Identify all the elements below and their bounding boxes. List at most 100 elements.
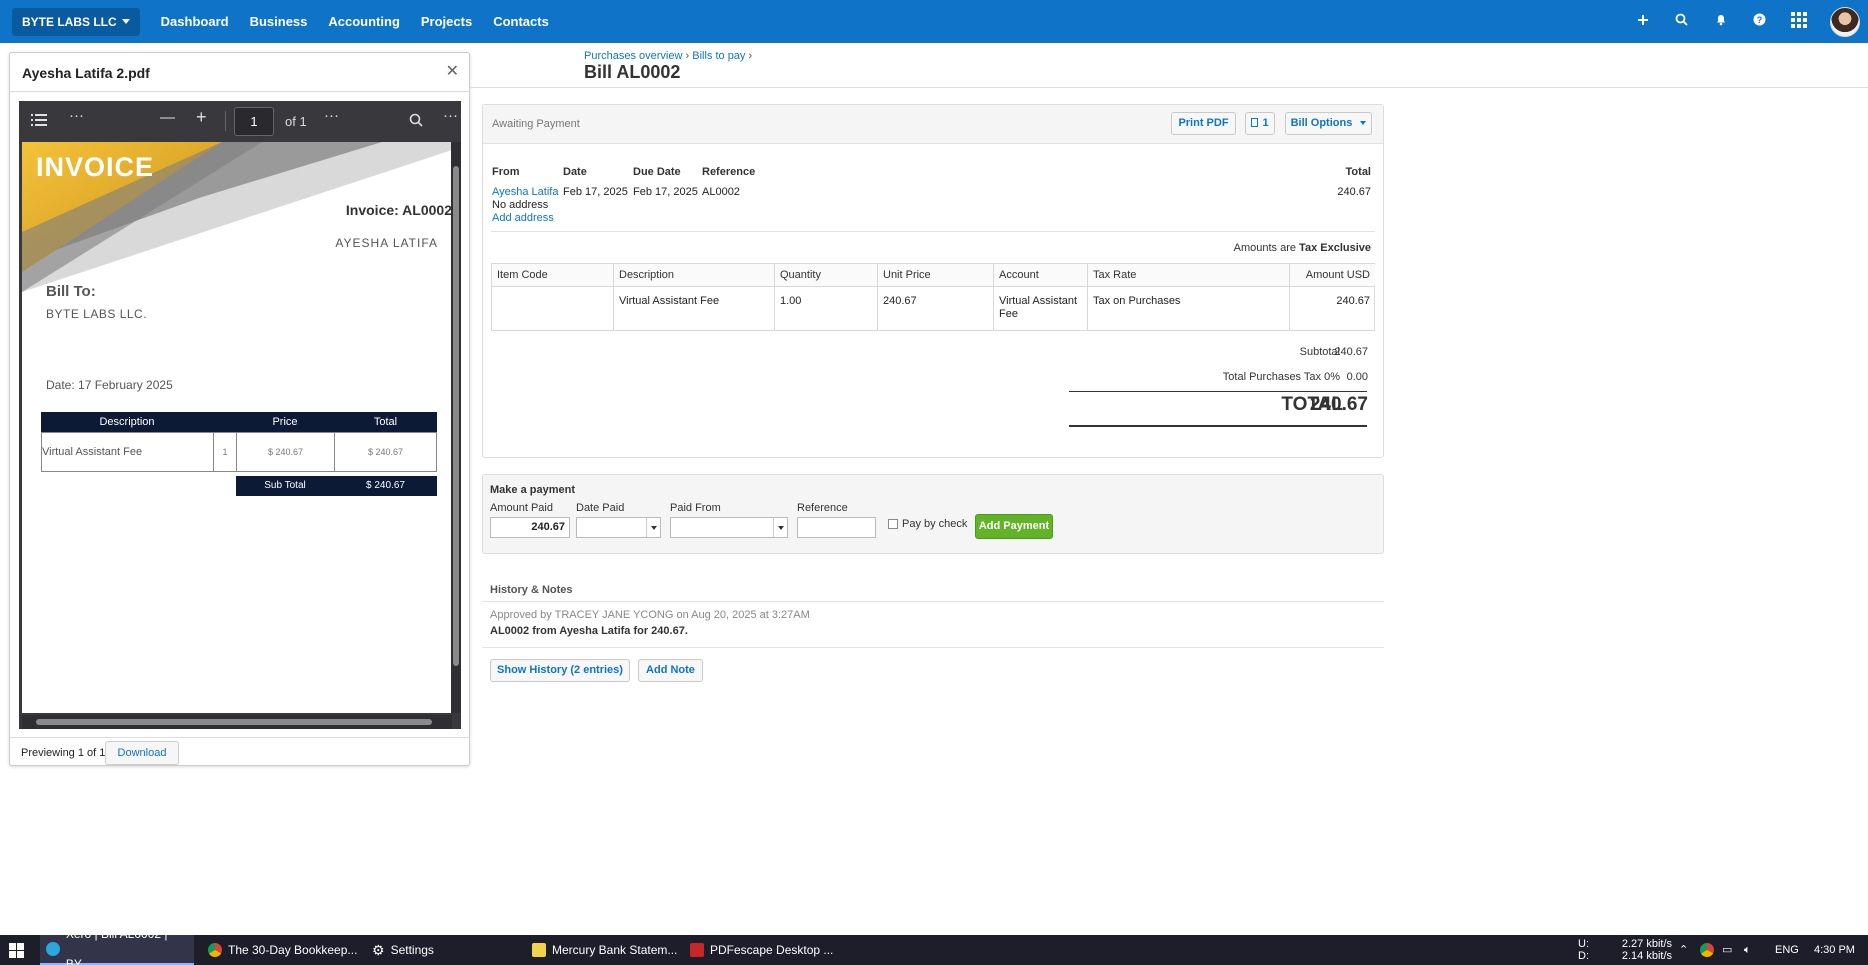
scrollbar-thumb[interactable] — [36, 719, 432, 725]
bill-details-card: Awaiting Payment Print PDF 1 Bill Option… — [482, 104, 1384, 458]
download-speed: 2.14 kbit/s — [1621, 950, 1672, 962]
breadcrumb-bills-to-pay[interactable]: Bills to pay — [692, 50, 745, 62]
taskbar-item-xero[interactable]: Xero | Bill AL0002 | BY... — [40, 927, 194, 965]
user-avatar[interactable] — [1830, 6, 1860, 37]
bill-reference: AL0002 — [702, 186, 740, 198]
download-button[interactable]: Download — [105, 741, 179, 765]
network-icon[interactable]: ▭ — [1722, 935, 1732, 965]
attachments-count: 1 — [1262, 117, 1269, 129]
nav-accounting[interactable]: Accounting — [328, 14, 400, 29]
bill-date: Feb 17, 2025 — [563, 186, 628, 198]
scrollbar-thumb[interactable] — [453, 166, 459, 666]
chevron-down-icon[interactable] — [646, 518, 660, 537]
taskbar-item-label: Xero | Bill AL0002 | BY... — [65, 927, 168, 965]
paid-from-select[interactable] — [670, 517, 788, 538]
add-note-button[interactable]: Add Note — [638, 659, 703, 682]
search-icon[interactable] — [409, 113, 423, 131]
taskbar-item-settings[interactable]: ⚙ Settings — [368, 935, 508, 965]
nav-contacts[interactable]: Contacts — [493, 14, 549, 29]
taskbar-item-bookkeeping[interactable]: The 30-Day Bookkeep... — [204, 935, 364, 965]
history-note-entry: AL0002 from Ayesha Latifa for 240.67. — [490, 625, 688, 637]
add-payment-button[interactable]: Add Payment — [975, 514, 1053, 539]
show-history-button[interactable]: Show History (2 entries) — [490, 659, 630, 682]
contact-link[interactable]: Ayesha Latifa — [492, 186, 558, 198]
pdf-viewer: ··· — + 1 of 1 ··· ··· INVOICE Invoice: … — [19, 101, 461, 729]
upload-label: U: — [1578, 938, 1589, 950]
invoice-subtotal-label: Sub Total — [236, 476, 334, 496]
col-amount: Amount USD — [1290, 264, 1375, 287]
search-icon[interactable] — [1662, 13, 1701, 30]
nav-projects[interactable]: Projects — [421, 14, 472, 29]
bill-total: 240.67 — [1337, 186, 1371, 198]
date-paid-input[interactable] — [576, 517, 661, 538]
paid-from-label: Paid From — [670, 502, 721, 514]
invoice-head-total: Total — [334, 412, 437, 432]
bill-options-button[interactable]: Bill Options — [1285, 112, 1372, 135]
page-number-input[interactable]: 1 — [234, 107, 274, 136]
nav-dashboard[interactable]: Dashboard — [161, 14, 229, 29]
volume-icon[interactable]: 🔈︎ — [1744, 935, 1751, 965]
attachment-filename: Ayesha Latifa 2.pdf — [22, 65, 150, 81]
reference-label: Reference — [702, 166, 756, 178]
zoom-out-icon[interactable]: — — [160, 109, 175, 126]
chevron-down-icon[interactable] — [773, 518, 787, 537]
date-paid-label: Date Paid — [576, 502, 625, 514]
pdf-toolbar: ··· — + 1 of 1 ··· ··· — [19, 101, 461, 141]
grand-total-value: 240.67 — [1309, 394, 1368, 415]
invoice-from-name: AYESHA LATIFA — [335, 236, 438, 250]
zoom-in-icon[interactable]: + — [196, 107, 207, 128]
gear-icon: ⚙ — [372, 942, 385, 958]
top-nav: BYTE LABS LLC Dashboard Business Account… — [0, 0, 1868, 43]
more-tools-icon[interactable]: ··· — [324, 107, 339, 124]
divider — [482, 601, 1384, 602]
line-description: Virtual Assistant Fee — [614, 287, 775, 331]
taskbar-item-mercury[interactable]: Mercury Bank Statem... — [528, 935, 688, 965]
preview-count: Previewing 1 of 1 — [21, 747, 106, 759]
file-icon — [1251, 118, 1259, 127]
divider — [10, 737, 469, 738]
date-label: Date — [563, 166, 587, 178]
org-switcher-button[interactable]: BYTE LABS LLC — [12, 7, 140, 36]
breadcrumb-separator: › — [685, 50, 690, 62]
more-options-icon[interactable]: ··· — [69, 107, 84, 124]
invoice-row-total: $ 240.67 — [334, 432, 437, 472]
language-indicator[interactable]: ENG — [1775, 935, 1799, 965]
print-pdf-button[interactable]: Print PDF — [1171, 112, 1236, 135]
breadcrumb-purchases-overview[interactable]: Purchases overview — [584, 50, 682, 62]
line-item-code — [492, 287, 614, 331]
invoice-head-description: Description — [41, 412, 213, 432]
col-unit-price: Unit Price — [878, 264, 994, 287]
col-account: Account — [994, 264, 1088, 287]
taskbar-item-pdfescape[interactable]: PDFescape Desktop ... — [686, 935, 846, 965]
vertical-scrollbar[interactable] — [451, 142, 461, 713]
windows-start-icon[interactable] — [9, 943, 24, 958]
divider — [10, 91, 469, 92]
help-icon[interactable]: ? — [1740, 13, 1779, 30]
nav-business[interactable]: Business — [250, 14, 308, 29]
bill-to-label: Bill To: — [46, 283, 96, 300]
history-approved-entry: Approved by TRACEY JANE YCONG on Aug 20,… — [490, 609, 810, 621]
add-address-link[interactable]: Add address — [492, 212, 554, 224]
pay-by-check-checkbox[interactable] — [888, 519, 898, 529]
attachments-button[interactable]: 1 — [1245, 112, 1275, 135]
payment-title: Make a payment — [490, 484, 575, 496]
page-title: Bill AL0002 — [584, 62, 681, 82]
amount-paid-input[interactable]: 240.67 — [490, 517, 570, 538]
invoice-row-qty: 1 — [213, 432, 237, 472]
line-quantity: 1.00 — [775, 287, 878, 331]
taskbar-item-label: PDFescape Desktop ... — [710, 943, 834, 957]
bell-icon[interactable] — [1701, 13, 1740, 30]
close-icon[interactable]: ✕ — [446, 61, 459, 81]
col-description: Description — [614, 264, 775, 287]
total-label: Total — [1345, 166, 1371, 178]
chevron-up-icon[interactable]: ⌃ — [1679, 935, 1688, 965]
horizontal-scrollbar[interactable] — [22, 715, 452, 729]
payment-reference-input[interactable] — [797, 517, 876, 538]
more-options-icon[interactable]: ··· — [443, 107, 458, 124]
invoice-number: Invoice: AL0002 — [345, 202, 452, 218]
plus-icon[interactable] — [1623, 13, 1662, 30]
clock[interactable]: 4:30 PM — [1814, 935, 1855, 965]
contents-list-icon[interactable] — [31, 113, 47, 130]
chrome-tray-icon[interactable] — [1700, 943, 1714, 957]
apps-grid-icon[interactable] — [1779, 11, 1818, 32]
